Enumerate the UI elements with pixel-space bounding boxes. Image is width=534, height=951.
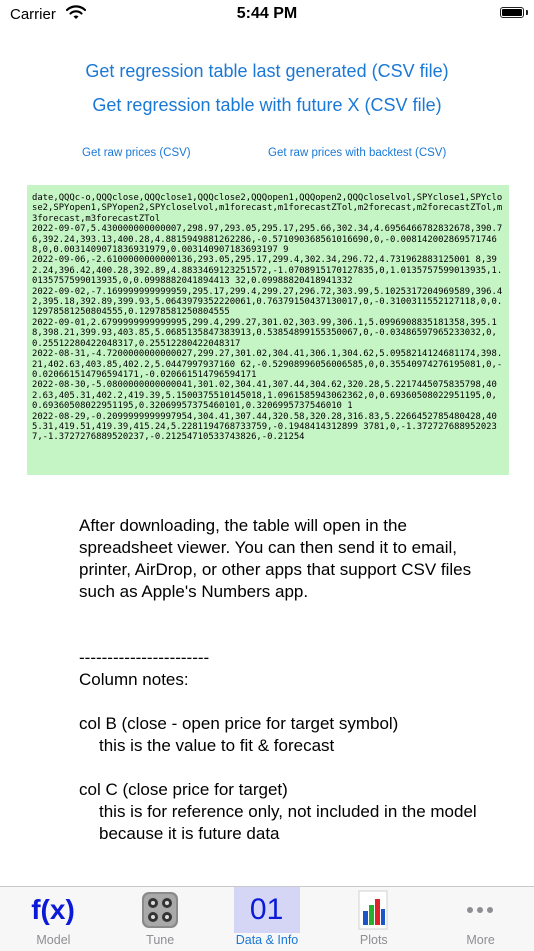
divider-line: ----------------------- — [79, 648, 210, 667]
tab-data-info-label: Data & Info — [235, 933, 299, 947]
fx-icon: f(x) — [20, 887, 86, 933]
tab-model[interactable]: f(x) Model — [0, 887, 107, 951]
tab-tune-label: Tune — [146, 933, 175, 947]
status-bar: Carrier 5:44 PM — [0, 0, 534, 30]
battery-cap — [526, 10, 528, 15]
bar-chart-icon — [340, 887, 406, 933]
fx-glyph: f(x) — [31, 894, 75, 925]
tab-bar: f(x) Model Tune 01 Data & Info Plots Mor… — [0, 886, 534, 951]
tab-tune[interactable]: Tune — [107, 887, 214, 951]
col-b-title: col B (close - open price for target sym… — [79, 714, 399, 733]
regression-table-future-link[interactable]: Get regression table with future X (CSV … — [0, 95, 534, 116]
tab-plots[interactable]: Plots — [320, 887, 427, 951]
tab-plots-label: Plots — [359, 933, 388, 947]
info-section: After downloading, the table will open i… — [79, 515, 489, 845]
tab-more[interactable]: More — [427, 887, 534, 951]
col-c-description: this is for reference only, not included… — [99, 802, 477, 843]
zero-one-glyph: 01 — [249, 893, 284, 926]
column-notes-heading: Column notes: — [79, 670, 189, 689]
tab-more-label: More — [466, 933, 495, 947]
download-info-paragraph: After downloading, the table will open i… — [79, 516, 472, 601]
battery-icon — [500, 7, 524, 18]
raw-prices-backtest-link[interactable]: Get raw prices with backtest (CSV) — [268, 147, 446, 159]
more-icon — [447, 887, 513, 933]
regression-table-last-link[interactable]: Get regression table last generated (CSV… — [0, 61, 534, 82]
status-time: 5:44 PM — [236, 5, 298, 22]
tab-model-label: Model — [36, 933, 71, 947]
data-icon: 01 — [233, 887, 300, 933]
tab-data-info[interactable]: 01 Data & Info — [214, 887, 321, 951]
csv-preview-box[interactable]: date,QQQc-o,QQQclose,QQQclose1,QQQclose2… — [27, 185, 509, 475]
tune-icon — [127, 887, 193, 933]
csv-preview-text: date,QQQc-o,QQQclose,QQQclose1,QQQclose2… — [32, 193, 503, 443]
col-b-description: this is the value to fit & forecast — [99, 736, 335, 755]
raw-prices-link[interactable]: Get raw prices (CSV) — [82, 147, 191, 159]
col-c-title: col C (close price for target) — [79, 780, 288, 799]
